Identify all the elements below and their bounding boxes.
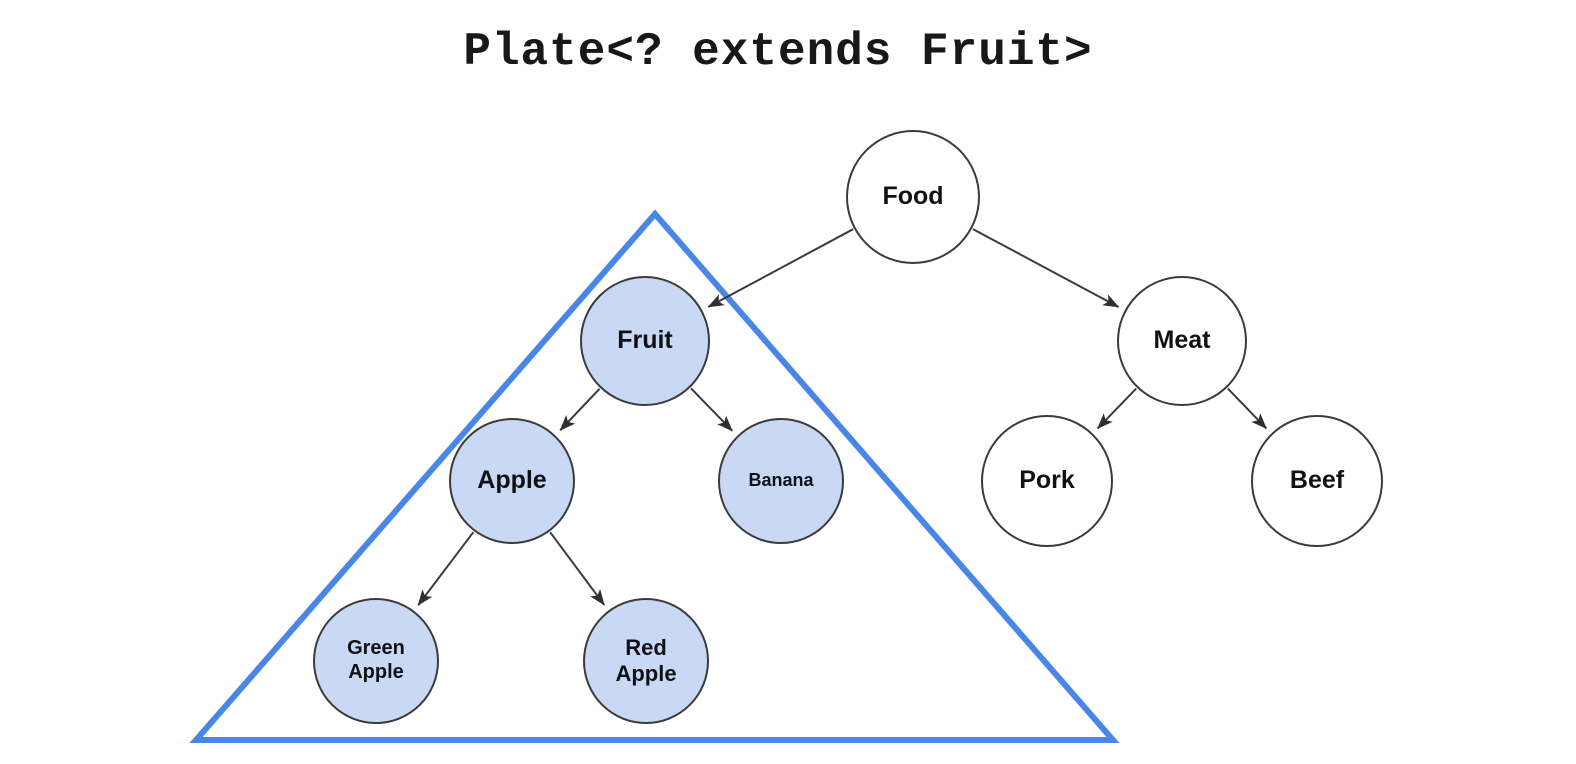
node-fruit[interactable]: Fruit [580,276,710,406]
node-label-green-apple: Green Apple [347,637,405,683]
node-red-apple[interactable]: Red Apple [583,598,709,724]
edge-meat-to-pork [1096,387,1137,430]
node-label-banana: Banana [748,470,814,491]
node-pork[interactable]: Pork [981,415,1113,547]
edge-food-to-fruit [707,228,854,308]
node-beef[interactable]: Beef [1251,415,1383,547]
node-apple[interactable]: Apple [449,418,575,544]
edge-meat-to-beef [1227,387,1268,430]
node-label-pork: Pork [1019,466,1075,495]
node-label-apple: Apple [477,466,547,495]
edges-layer [417,228,1268,606]
edge-food-to-meat [972,228,1120,308]
edge-apple-to-red-apple [549,531,606,606]
node-food[interactable]: Food [846,130,980,264]
diagram-canvas: Plate<? extends Fruit> Food Fruit Meat Appl… [0,0,1576,764]
node-label-meat: Meat [1153,326,1211,355]
node-label-food: Food [882,182,944,211]
node-banana[interactable]: Banana [718,418,844,544]
node-green-apple[interactable]: Green Apple [313,598,439,724]
edge-apple-to-green-apple [417,531,475,606]
node-label-red-apple: Red Apple [615,635,677,686]
edge-fruit-to-banana [690,387,733,432]
node-label-beef: Beef [1289,466,1345,495]
node-label-fruit: Fruit [617,326,673,355]
edge-fruit-to-apple [559,388,601,431]
node-meat[interactable]: Meat [1117,276,1247,406]
